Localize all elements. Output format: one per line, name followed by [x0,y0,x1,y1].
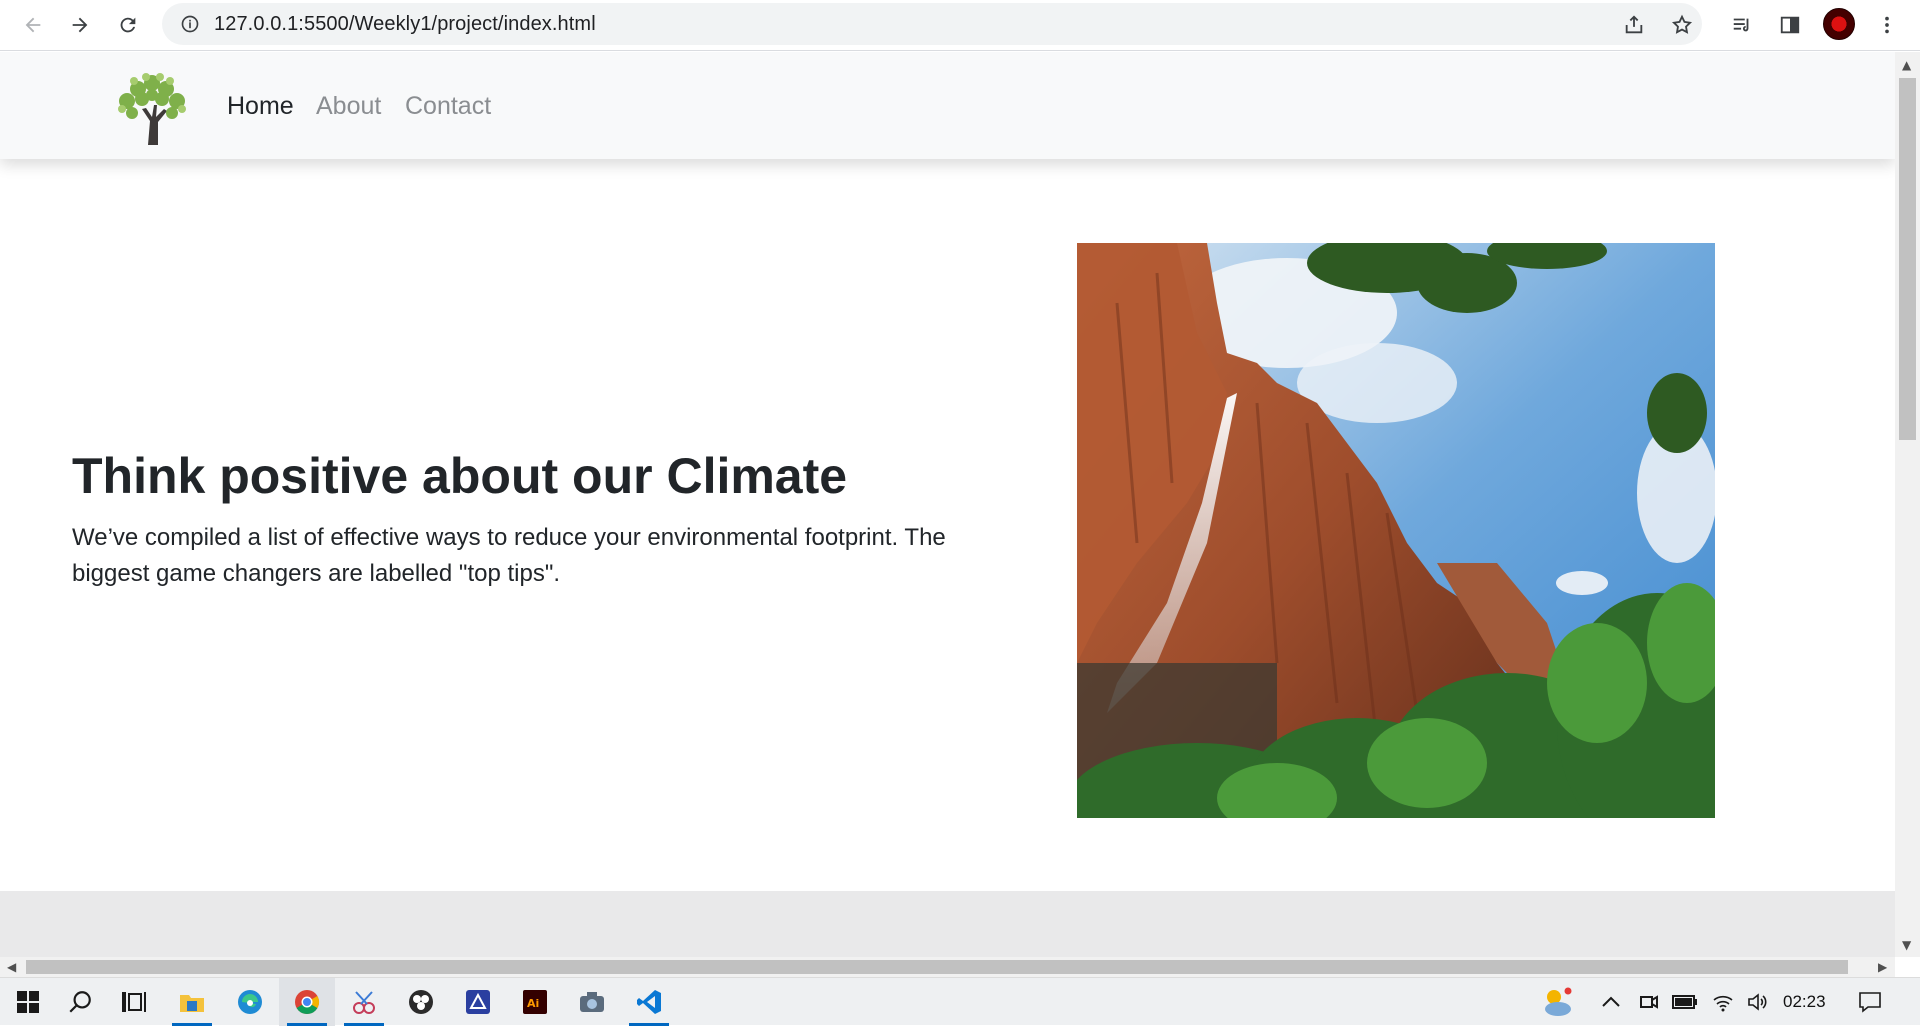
scroll-down-arrow-icon[interactable]: ▼ [1902,938,1911,952]
forward-arrow-icon[interactable] [63,8,97,42]
obs-icon[interactable] [393,978,449,1026]
chrome-icon[interactable] [279,978,335,1026]
horizontal-scrollbar[interactable]: ◀ ▶ [0,957,1895,977]
camera-icon[interactable] [564,978,620,1026]
vertical-scroll-thumb[interactable] [1899,78,1916,440]
address-bar[interactable]: 127.0.0.1:5500/Weekly1/project/index.htm… [162,3,1702,45]
reload-icon[interactable] [111,8,145,42]
horizontal-scroll-thumb[interactable] [26,960,1848,974]
weather-icon[interactable] [1528,978,1584,1026]
reading-list-icon[interactable] [1725,8,1759,42]
clock-time[interactable]: 02:23 [1783,992,1826,1012]
svg-text:Ai: Ai [527,997,539,1010]
tree-logo-icon[interactable] [112,69,192,145]
file-explorer-icon[interactable] [164,978,220,1026]
volume-icon[interactable] [1735,978,1781,1026]
footer-band [0,891,1895,957]
kebab-menu-icon[interactable] [1870,8,1904,42]
search-icon[interactable] [52,978,108,1026]
page-viewport: Home About Contact Think positive about … [0,52,1895,957]
star-icon[interactable] [1665,8,1699,42]
notification-icon[interactable] [1844,978,1896,1026]
edge-icon[interactable] [222,978,278,1026]
windows-start-icon[interactable] [0,978,56,1026]
side-panel-icon[interactable] [1773,8,1807,42]
scroll-right-arrow-icon[interactable]: ▶ [1878,960,1887,974]
windows-taskbar: Ai 02:23 [0,977,1920,1026]
vscode-icon[interactable] [621,978,677,1026]
browser-toolbar: 127.0.0.1:5500/Weekly1/project/index.htm… [0,0,1920,51]
site-navbar: Home About Contact [0,52,1895,159]
nav-link-about[interactable]: About [316,92,381,121]
azure-data-studio-icon[interactable] [450,978,506,1026]
hero-canyon-waterfall-image [1077,243,1715,818]
hero-description: We’ve compiled a list of effective ways … [72,524,946,587]
share-icon[interactable] [1617,8,1651,42]
snipping-tool-icon[interactable] [336,978,392,1026]
vertical-scrollbar[interactable]: ▲ ▼ [1895,52,1920,957]
scroll-left-arrow-icon[interactable]: ◀ [7,960,16,974]
back-arrow-icon[interactable] [16,8,50,42]
task-view-icon[interactable] [106,978,162,1026]
url-text[interactable]: 127.0.0.1:5500/Weekly1/project/index.htm… [214,13,596,36]
nav-link-contact[interactable]: Contact [405,92,491,121]
nav-link-home[interactable]: Home [227,92,294,121]
illustrator-icon[interactable]: Ai [507,978,563,1026]
info-icon[interactable] [180,14,200,38]
hero-title: Think positive about our Climate [72,448,848,504]
scroll-up-arrow-icon[interactable]: ▲ [1902,58,1911,72]
profile-avatar[interactable] [1823,8,1855,40]
